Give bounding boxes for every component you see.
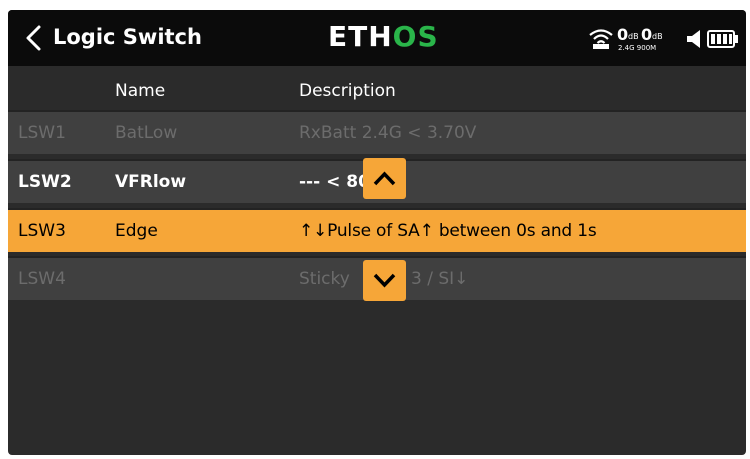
row-id: LSW1 — [18, 123, 66, 143]
move-down-button[interactable] — [363, 260, 406, 301]
row-name: VFRlow — [115, 172, 187, 192]
row-description: ↑↓Pulse of SA↑ between 0s and 1s — [299, 221, 597, 241]
signal-icon — [589, 29, 613, 49]
signal-1-unit: dB — [628, 32, 639, 41]
row-name: Edge — [115, 221, 158, 241]
logo-accent: OS — [392, 20, 439, 53]
list-item-lsw3[interactable]: LSW3 Edge ↑↓Pulse of SA↑ between 0s and … — [8, 208, 746, 252]
signal-2-unit: dB — [652, 32, 663, 41]
signal-1-value: 0 — [617, 25, 629, 44]
screen: Logic Switch ETHOS 0 dB 0 dB 2.4G 900M N… — [8, 10, 746, 455]
signal-2-value: 0 — [641, 25, 653, 44]
column-header-name: Name — [115, 81, 166, 101]
column-header-description: Description — [299, 81, 396, 101]
move-up-button[interactable] — [363, 158, 406, 199]
chevron-down-icon — [373, 273, 396, 288]
chevron-up-icon — [373, 171, 396, 186]
row-description: Sticky — [299, 269, 350, 289]
row-name: BatLow — [115, 123, 178, 143]
list-item-lsw1[interactable]: LSW1 BatLow RxBatt 2.4G < 3.70V — [8, 110, 746, 154]
page-title: Logic Switch — [53, 25, 202, 49]
back-icon — [26, 25, 41, 51]
row-description-tail: 3 / SI↓ — [411, 269, 469, 289]
speaker-icon — [687, 30, 700, 48]
row-description: RxBatt 2.4G < 3.70V — [299, 123, 477, 143]
row-id: LSW2 — [18, 172, 72, 192]
battery-icon — [707, 30, 738, 48]
back-button[interactable] — [20, 22, 50, 54]
header-bar: Logic Switch ETHOS 0 dB 0 dB 2.4G 900M — [8, 10, 746, 66]
logo-main: ETH — [328, 20, 393, 53]
band-labels: 2.4G 900M — [618, 44, 657, 52]
ethos-logo: ETHOS — [328, 20, 439, 54]
row-description: --- < 80 — [299, 172, 370, 192]
status-area: 0 dB 0 dB 2.4G 900M — [588, 22, 738, 54]
column-headers: Name Description — [8, 72, 746, 110]
row-id: LSW3 — [18, 221, 66, 241]
row-id: LSW4 — [18, 269, 66, 289]
